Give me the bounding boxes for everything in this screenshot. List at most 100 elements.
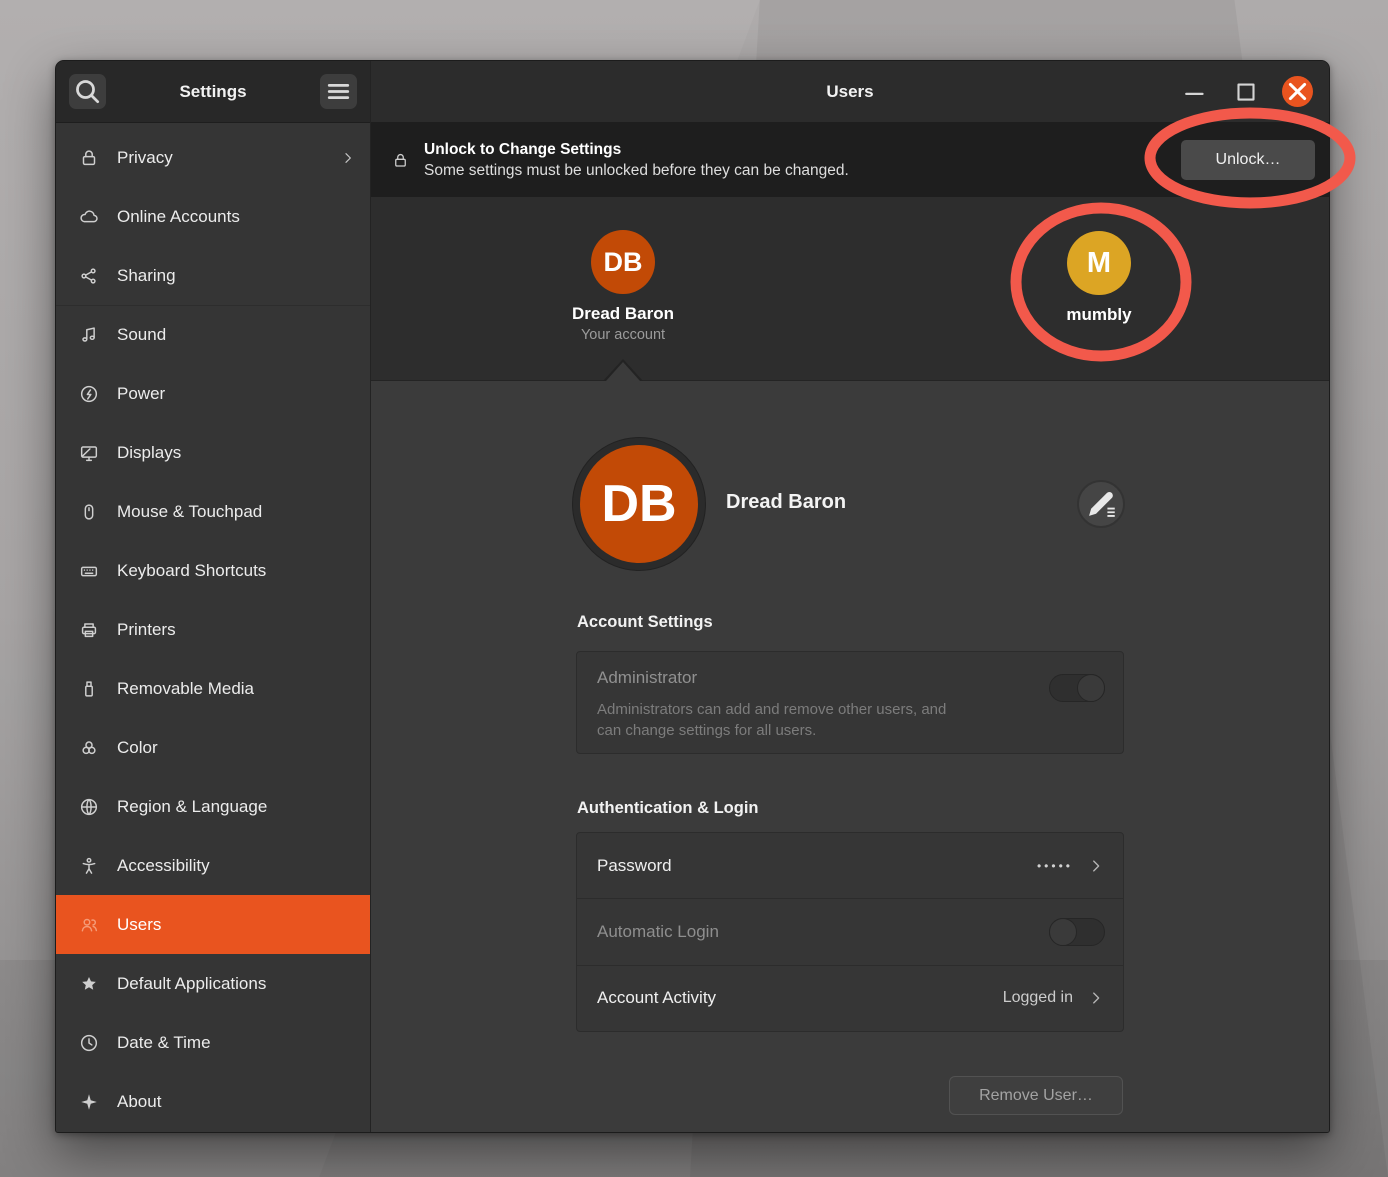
unlock-button[interactable]: Unlock… xyxy=(1181,140,1315,180)
account-activity-label: Account Activity xyxy=(597,988,716,1008)
globe-icon xyxy=(78,796,100,818)
sidebar-item-accessibility[interactable]: Accessibility xyxy=(56,836,370,895)
unlock-banner-text: Unlock to Change Settings Some settings … xyxy=(424,141,849,180)
administrator-toggle[interactable] xyxy=(1049,674,1105,702)
titlebar: Users xyxy=(371,61,1329,123)
administrator-label: Administrator xyxy=(597,668,1103,688)
sidebar-item-online-accounts[interactable]: Online Accounts xyxy=(56,187,370,246)
sidebar-item-label: Date & Time xyxy=(117,1033,211,1053)
sidebar-item-label: Sharing xyxy=(117,266,176,286)
sidebar-title: Settings xyxy=(106,82,320,102)
automatic-login-toggle[interactable] xyxy=(1049,918,1105,946)
remove-user-button[interactable]: Remove User… xyxy=(949,1076,1123,1115)
star-icon xyxy=(78,973,100,995)
unlock-banner-subtitle: Some settings must be unlocked before th… xyxy=(424,162,849,180)
pencil-icon xyxy=(1079,482,1123,526)
minimize-button[interactable] xyxy=(1180,77,1210,107)
sidebar-item-users[interactable]: Users xyxy=(56,895,370,954)
sidebar-item-label: Keyboard Shortcuts xyxy=(117,561,266,581)
toggle-knob xyxy=(1077,674,1105,702)
user-chip-dread-baron[interactable]: DB Dread Baron Your account xyxy=(523,230,723,343)
administrator-description: Administrators can add and remove other … xyxy=(597,699,1103,741)
sidebar-item-label: Users xyxy=(117,915,161,935)
minimize-icon xyxy=(1180,77,1210,107)
sidebar-item-color[interactable]: Color xyxy=(56,718,370,777)
sidebar-item-about[interactable]: About xyxy=(56,1072,370,1131)
printer-icon xyxy=(78,619,100,641)
user-subtitle: Your account xyxy=(523,327,723,343)
main-panel: Users Unlock to Change Settings xyxy=(371,61,1329,1132)
user-chip-mumbly[interactable]: M mumbly xyxy=(999,231,1199,325)
chevron-right-icon xyxy=(340,150,356,166)
sidebar-item-keyboard-shortcuts[interactable]: Keyboard Shortcuts xyxy=(56,541,370,600)
keyboard-icon xyxy=(78,560,100,582)
menu-button[interactable] xyxy=(320,74,357,109)
sidebar-item-removable-media[interactable]: Removable Media xyxy=(56,659,370,718)
avatar: DB xyxy=(591,230,655,294)
sidebar-list: Privacy Online Accounts Sharing Sound xyxy=(56,123,370,1132)
sidebar-header: Settings xyxy=(56,61,370,123)
sidebar-item-date-time[interactable]: Date & Time xyxy=(56,1013,370,1072)
account-settings-card: Administrator Administrators can add and… xyxy=(576,651,1124,754)
sidebar-item-default-applications[interactable]: Default Applications xyxy=(56,954,370,1013)
sidebar-item-label: Color xyxy=(117,738,158,758)
close-button[interactable] xyxy=(1282,76,1313,107)
user-detail-panel: DB Dread Baron Account Settings Administ… xyxy=(371,381,1329,1132)
cloud-icon xyxy=(78,206,100,228)
sidebar-item-sharing[interactable]: Sharing xyxy=(56,246,370,305)
search-button[interactable] xyxy=(69,74,106,109)
unlock-banner: Unlock to Change Settings Some settings … xyxy=(371,123,1329,197)
section-heading-account-settings: Account Settings xyxy=(577,613,713,632)
sidebar-item-sound[interactable]: Sound xyxy=(56,305,370,364)
users-icon xyxy=(78,914,100,936)
usb-icon xyxy=(78,678,100,700)
sidebar-item-privacy[interactable]: Privacy xyxy=(56,128,370,187)
profile-name: Dread Baron xyxy=(726,491,846,514)
sidebar-item-printers[interactable]: Printers xyxy=(56,600,370,659)
close-icon xyxy=(1282,76,1313,107)
color-icon xyxy=(78,737,100,759)
sound-icon xyxy=(78,324,100,346)
password-row[interactable]: Password ••••• xyxy=(577,833,1123,898)
chevron-right-icon xyxy=(1087,989,1105,1007)
sidebar-item-power[interactable]: Power xyxy=(56,364,370,423)
sidebar-item-label: Printers xyxy=(117,620,176,640)
sidebar-item-label: Mouse & Touchpad xyxy=(117,502,262,522)
sidebar-item-label: Accessibility xyxy=(117,856,210,876)
unlock-banner-title: Unlock to Change Settings xyxy=(424,141,849,159)
share-icon xyxy=(78,265,100,287)
sidebar-item-label: Sound xyxy=(117,325,166,345)
toggle-knob xyxy=(1049,918,1077,946)
lock-icon xyxy=(391,150,410,171)
user-name: mumbly xyxy=(999,305,1199,325)
password-label: Password xyxy=(597,856,672,876)
user-switcher: DB Dread Baron Your account M mumbly xyxy=(371,197,1329,381)
automatic-login-row: Automatic Login xyxy=(577,898,1123,964)
mouse-icon xyxy=(78,501,100,523)
accessibility-icon xyxy=(78,855,100,877)
user-name: Dread Baron xyxy=(523,304,723,324)
sidebar-item-label: Removable Media xyxy=(117,679,254,699)
account-activity-row[interactable]: Account Activity Logged in xyxy=(577,965,1123,1031)
authentication-login-card: Password ••••• Automatic Login Account A… xyxy=(576,832,1124,1032)
sparkle-icon xyxy=(78,1091,100,1113)
sidebar-item-displays[interactable]: Displays xyxy=(56,423,370,482)
sidebar-item-label: Displays xyxy=(117,443,181,463)
avatar: M xyxy=(1067,231,1131,295)
clock-icon xyxy=(78,1032,100,1054)
profile-avatar-ring: DB xyxy=(572,437,706,571)
sidebar: Settings Privacy Online Accounts Shari xyxy=(56,61,371,1132)
sidebar-item-label: Online Accounts xyxy=(117,207,240,227)
automatic-login-label: Automatic Login xyxy=(597,922,719,942)
display-icon xyxy=(78,442,100,464)
sidebar-item-region-language[interactable]: Region & Language xyxy=(56,777,370,836)
edit-name-button[interactable] xyxy=(1077,480,1125,528)
desktop-background: Settings Privacy Online Accounts Shari xyxy=(0,0,1388,1177)
sidebar-item-mouse-touchpad[interactable]: Mouse & Touchpad xyxy=(56,482,370,541)
search-icon xyxy=(69,73,106,110)
profile-avatar[interactable]: DB xyxy=(580,445,698,563)
sidebar-item-label: Power xyxy=(117,384,165,404)
maximize-button[interactable] xyxy=(1231,77,1261,107)
administrator-description-line: Administrators can add and remove other … xyxy=(597,699,1103,720)
sidebar-item-label: Region & Language xyxy=(117,797,267,817)
